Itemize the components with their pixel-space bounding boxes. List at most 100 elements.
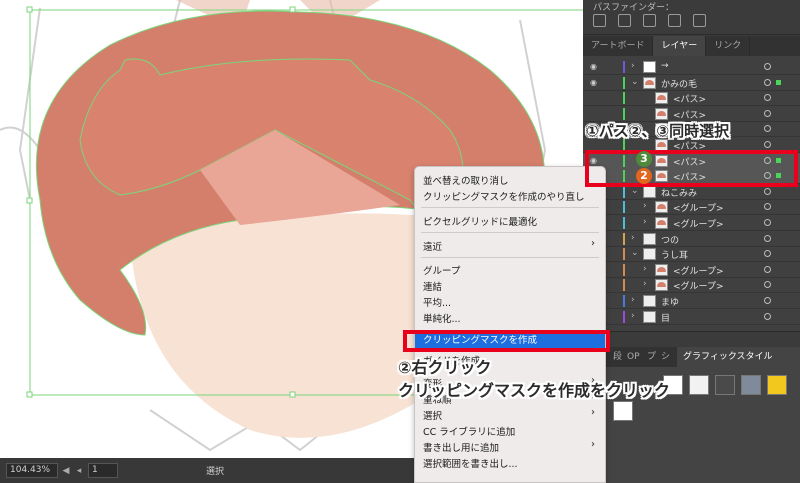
pathfinder-minus-front-icon[interactable]: [618, 14, 631, 27]
tab-gs-1[interactable]: OP: [627, 347, 640, 367]
layer-row[interactable]: ⌄ うし耳: [583, 246, 800, 263]
menu-item-perspective[interactable]: 遠近: [423, 239, 442, 253]
layer-color-bar: [623, 107, 625, 120]
target-circle-icon[interactable]: [764, 312, 771, 320]
badge-2: 2: [636, 168, 652, 184]
layer-label: つの: [661, 235, 680, 246]
menu-item-group[interactable]: グループ: [423, 263, 460, 277]
menu-item-add-cc-library[interactable]: CC ライブラリに追加: [423, 424, 515, 438]
tab-gs-0[interactable]: 段: [613, 347, 622, 367]
expand-chevron-right-icon[interactable]: ›: [631, 233, 635, 243]
layer-row[interactable]: › <グループ>: [583, 277, 800, 294]
highlight-box-menu-item: [403, 330, 610, 352]
menu-separator: [421, 232, 599, 233]
tab-gs-2[interactable]: プ: [647, 347, 656, 367]
context-menu: 並べ替えの取り消し クリッピングマスクを作成のやり直し ピクセルグリッドに最適化…: [414, 166, 606, 483]
tab-graphic-styles[interactable]: グラフィックスタイル: [677, 347, 800, 367]
menu-item-select[interactable]: 選択: [423, 408, 442, 422]
target-circle-icon[interactable]: [764, 265, 771, 273]
page-field[interactable]: 1: [88, 463, 118, 478]
layer-label: <グループ>: [673, 204, 724, 215]
pathfinder-divide-icon[interactable]: [693, 14, 706, 27]
pathfinder-unite-icon[interactable]: [593, 14, 606, 27]
pathfinder-exclude-icon[interactable]: [668, 14, 681, 27]
layer-row[interactable]: ◉ › →: [583, 59, 800, 75]
tab-gs-3[interactable]: シ: [661, 347, 670, 367]
tab-layers[interactable]: レイヤー: [653, 36, 707, 56]
submenu-arrow-icon: ›: [591, 439, 595, 450]
pathfinder-panel: パスファインダー：: [583, 0, 800, 35]
layer-row[interactable]: › まゆ: [583, 293, 800, 309]
menu-item-align-pixel-grid[interactable]: ピクセルグリッドに最適化: [423, 214, 537, 228]
style-swatch[interactable]: [715, 375, 735, 395]
menu-item-add-export[interactable]: 書き出し用に追加: [423, 440, 499, 454]
style-swatch[interactable]: [613, 401, 633, 421]
expand-chevron-right-icon[interactable]: ›: [631, 295, 635, 305]
zoom-field[interactable]: 104.43%: [6, 463, 58, 478]
layer-thumbnail: [643, 310, 656, 323]
current-tool-label: 選択: [206, 467, 225, 477]
expand-chevron-down-icon[interactable]: ⌄: [631, 77, 639, 87]
target-circle-icon[interactable]: [764, 63, 771, 70]
prev-page-icon[interactable]: ◂: [74, 466, 84, 476]
style-swatch[interactable]: [689, 375, 709, 395]
layer-label: まゆ: [661, 298, 680, 308]
selection-square-icon[interactable]: [776, 79, 781, 85]
layers-panel-footer: [583, 331, 800, 345]
layer-label: <グループ>: [673, 266, 724, 277]
layer-color-bar: [623, 92, 625, 105]
layer-label: ねこみみ: [661, 188, 698, 199]
submenu-arrow-icon: ›: [591, 407, 595, 418]
expand-chevron-right-icon[interactable]: ›: [643, 264, 647, 274]
menu-item-average[interactable]: 平均...: [423, 295, 451, 309]
target-circle-icon[interactable]: [764, 219, 771, 226]
visibility-eye-icon[interactable]: ◉: [590, 62, 602, 71]
target-circle-icon[interactable]: [764, 109, 771, 117]
target-circle-icon[interactable]: [764, 281, 771, 289]
expand-chevron-right-icon[interactable]: ›: [643, 217, 647, 227]
menu-item-redo-clipping-mask[interactable]: クリッピングマスクを作成のやり直し: [423, 189, 585, 203]
expand-chevron-right-icon[interactable]: ›: [643, 279, 647, 289]
first-page-icon[interactable]: ◀: [61, 466, 71, 476]
style-swatch[interactable]: [741, 375, 761, 395]
pathfinder-intersect-icon[interactable]: [643, 14, 656, 27]
tab-artboards[interactable]: アートボード: [583, 36, 654, 56]
layer-row[interactable]: ◉ ⌄ かみの毛: [583, 75, 800, 91]
expand-chevron-right-icon[interactable]: ›: [631, 61, 635, 71]
layer-color-bar: [623, 232, 625, 245]
layer-color-bar: [623, 263, 625, 276]
layer-row[interactable]: › <グループ>: [583, 262, 800, 278]
layer-color-bar: [623, 76, 625, 89]
menu-item-export-selection[interactable]: 選択範囲を書き出し...: [423, 456, 518, 470]
target-circle-icon[interactable]: [764, 297, 771, 304]
badge-3: 3: [636, 151, 652, 167]
target-circle-icon[interactable]: [764, 203, 771, 211]
menu-item-simplify[interactable]: 単純化...: [423, 311, 461, 325]
layer-row[interactable]: › <グループ>: [583, 215, 800, 231]
expand-chevron-down-icon[interactable]: ⌄: [631, 186, 639, 196]
target-circle-icon[interactable]: [764, 125, 771, 133]
visibility-eye-icon[interactable]: ◉: [590, 78, 602, 87]
layer-thumbnail: [643, 232, 656, 245]
style-swatch[interactable]: [767, 375, 787, 395]
expand-chevron-down-icon[interactable]: ⌄: [631, 248, 639, 258]
right-panel-dock: パスファインダー： アートボード レイヤー リンク ◉ › → ◉ ⌄ かみの毛 <パス> <…: [583, 0, 800, 483]
annotation-instruction: クリッピングマスクを作成をクリック: [398, 381, 671, 400]
menu-item-undo-arrange[interactable]: 並べ替えの取り消し: [423, 173, 509, 187]
target-circle-icon[interactable]: [764, 234, 771, 242]
layers-list: ◉ › → ◉ ⌄ かみの毛 <パス> <パス> <パス> <パス> ◉ <パス> <パス> ⌄ ねこみみ ›…: [583, 56, 800, 331]
target-circle-icon[interactable]: [764, 250, 771, 258]
layer-thumbnail: [643, 248, 656, 261]
layer-row[interactable]: › 目: [583, 309, 800, 325]
layer-row[interactable]: › <グループ>: [583, 199, 800, 216]
tab-links[interactable]: リンク: [706, 36, 751, 56]
layer-row[interactable]: <パス>: [583, 90, 800, 107]
expand-chevron-right-icon[interactable]: ›: [643, 201, 647, 211]
menu-item-join[interactable]: 連結: [423, 279, 442, 293]
target-circle-icon[interactable]: [764, 187, 771, 195]
layer-row[interactable]: › つの: [583, 231, 800, 247]
target-circle-icon[interactable]: [764, 141, 771, 148]
target-circle-icon[interactable]: [764, 94, 771, 102]
expand-chevron-right-icon[interactable]: ›: [631, 311, 635, 321]
target-circle-icon[interactable]: [764, 78, 771, 86]
